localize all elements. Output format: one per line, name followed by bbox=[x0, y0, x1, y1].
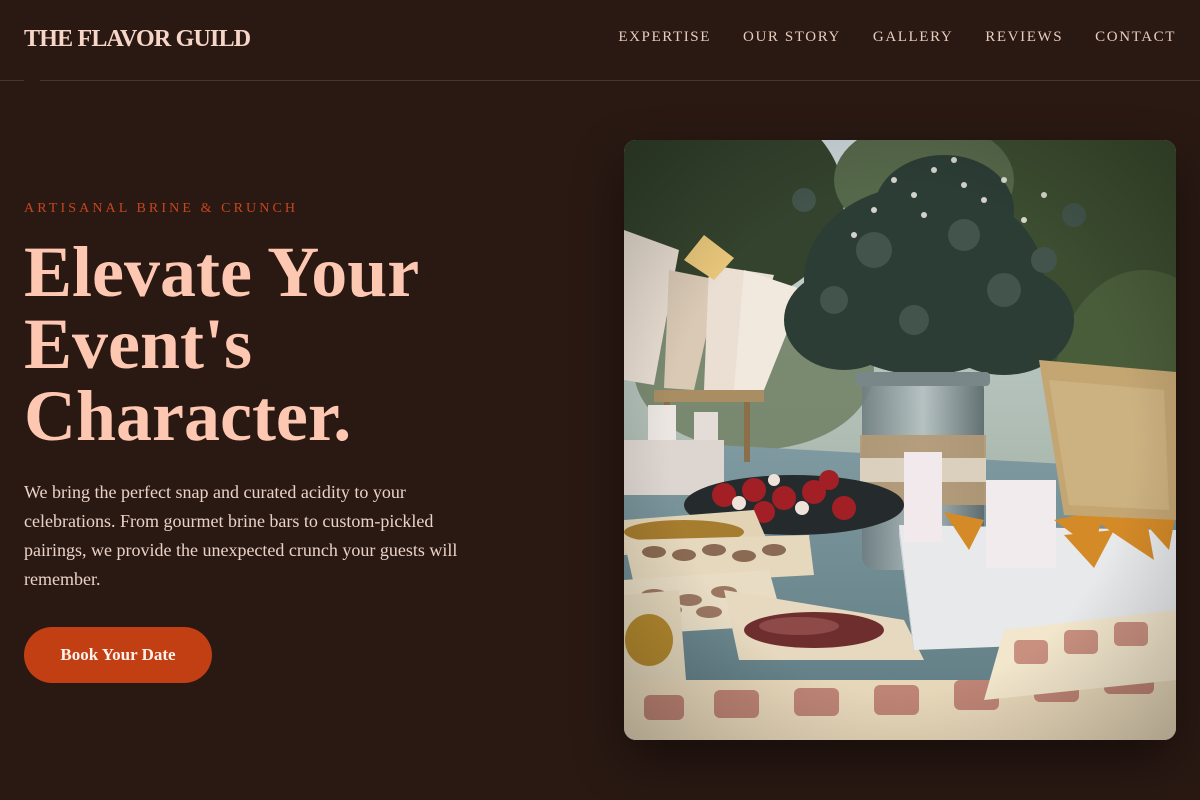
brand-logo[interactable]: THE FLAVOR GUILD bbox=[24, 26, 251, 53]
nav-link-contact[interactable]: CONTACT bbox=[1095, 29, 1176, 46]
nav-link-gallery[interactable]: GALLERY bbox=[873, 29, 953, 46]
main-nav: EXPERTISE OUR STORY GALLERY REVIEWS CONT… bbox=[618, 29, 1176, 46]
nav-link-our-story[interactable]: OUR STORY bbox=[743, 29, 841, 46]
nav-link-expertise[interactable]: EXPERTISE bbox=[618, 29, 711, 46]
catering-table-illustration bbox=[624, 140, 1176, 740]
nav-link-reviews[interactable]: REVIEWS bbox=[985, 29, 1063, 46]
hero-description: We bring the perfect snap and curated ac… bbox=[24, 482, 458, 589]
book-date-button[interactable]: Book Your Date bbox=[24, 627, 212, 683]
header-divider-notch bbox=[24, 80, 40, 82]
hero-headline: Elevate Your Event's Character. bbox=[24, 232, 418, 456]
hero-eyebrow: ARTISANAL BRINE & CRUNCH bbox=[24, 201, 299, 216]
site-header: THE FLAVOR GUILD EXPERTISE OUR STORY GAL… bbox=[0, 0, 1200, 82]
landing-page: THE FLAVOR GUILD EXPERTISE OUR STORY GAL… bbox=[0, 0, 1200, 800]
hero-photo-catering-table bbox=[624, 140, 1176, 740]
